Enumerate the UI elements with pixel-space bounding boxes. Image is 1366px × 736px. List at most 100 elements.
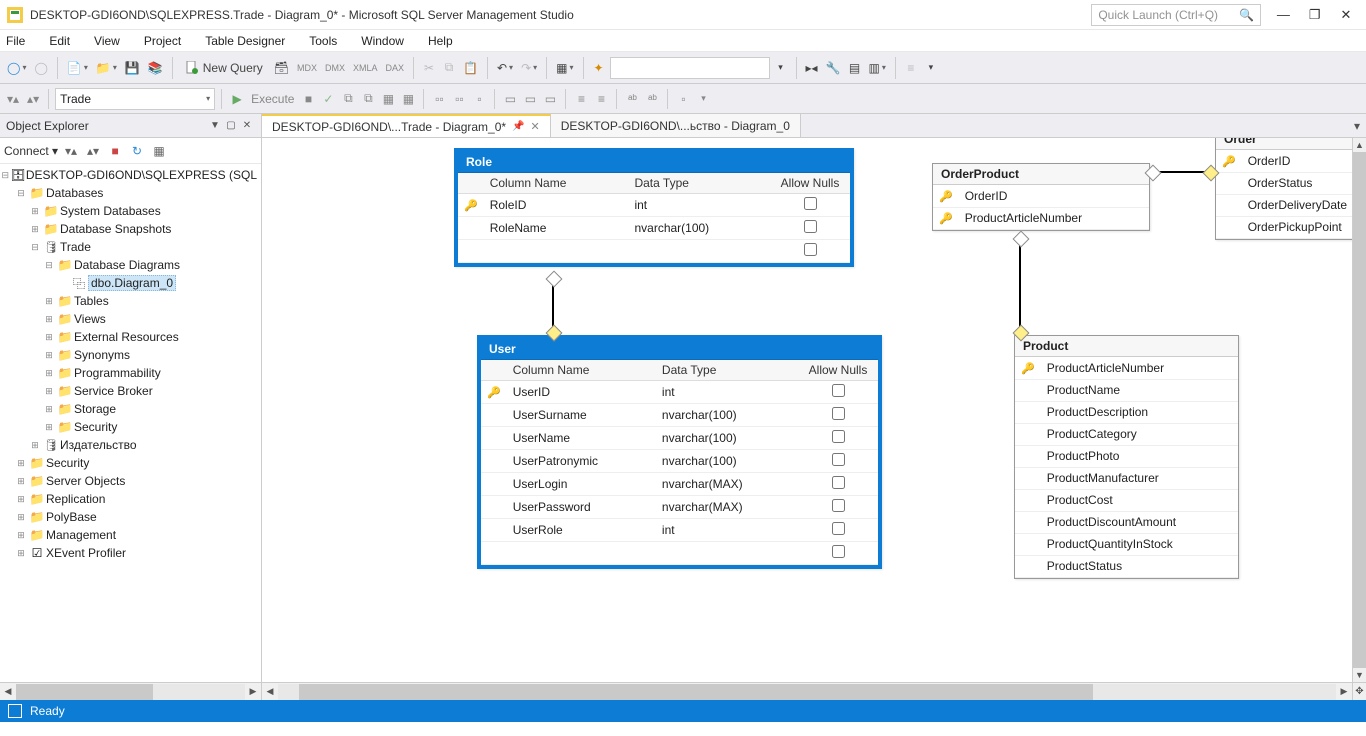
cell[interactable]: nvarchar(100)	[656, 427, 798, 450]
cell[interactable]: UserName	[507, 427, 656, 450]
tree-views[interactable]: Views	[74, 312, 106, 326]
relationship-role-user[interactable]	[552, 278, 554, 334]
tree-trade[interactable]: Trade	[60, 240, 91, 254]
tree-syn[interactable]: Synonyms	[74, 348, 130, 362]
cell[interactable]: UserPassword	[507, 496, 656, 519]
tree-extres[interactable]: External Resources	[74, 330, 179, 344]
cut-button[interactable]: ✂	[420, 56, 438, 80]
cell[interactable]: UserLogin	[507, 473, 656, 496]
save-button[interactable]: 💾	[122, 56, 143, 80]
new-button[interactable]: 📄	[64, 56, 91, 80]
objexp-hscroll[interactable]: ◀ ▶	[0, 682, 261, 700]
r1-icon[interactable]: ▫▫	[430, 88, 448, 110]
plan2-icon[interactable]: ⧉	[359, 88, 377, 110]
stop-button[interactable]: ■	[299, 88, 317, 110]
scroll-right-icon[interactable]: ▶	[245, 686, 261, 697]
find-button[interactable]: ✦	[590, 56, 608, 80]
table-orderproduct[interactable]: OrderProduct 🔑OrderID 🔑ProductArticleNum…	[932, 163, 1150, 231]
plan-icon[interactable]: ⧉	[339, 88, 357, 110]
tree-prog[interactable]: Programmability	[74, 366, 161, 380]
relationship-orderproduct-product[interactable]	[1019, 238, 1021, 334]
plan4-icon[interactable]: ▦	[399, 88, 417, 110]
r6-icon[interactable]: ▭	[541, 88, 559, 110]
cell[interactable]: ProductCategory	[1041, 423, 1238, 445]
open-button[interactable]: 📁	[93, 56, 120, 80]
pan-handle-icon[interactable]: ✥	[1352, 682, 1366, 700]
tree-snap[interactable]: Database Snapshots	[60, 222, 171, 236]
nulls-checkbox[interactable]	[832, 545, 845, 558]
cell[interactable]: UserPatronymic	[507, 450, 656, 473]
tree-mgmt[interactable]: Management	[46, 528, 116, 542]
outdent-icon[interactable]: ≡	[592, 88, 610, 110]
cell[interactable]: OrderID	[1242, 150, 1359, 172]
nulls-checkbox[interactable]	[804, 220, 817, 233]
r3-icon[interactable]: ▫	[470, 88, 488, 110]
scroll-left-icon[interactable]: ◀	[262, 686, 278, 697]
menu-help[interactable]: Help	[428, 34, 453, 48]
nulls-checkbox[interactable]	[832, 499, 845, 512]
wrench-icon[interactable]: 🔧	[823, 56, 844, 80]
ab-icon[interactable]: ᵃᵇ	[623, 88, 641, 110]
tab-close-icon[interactable]: ✕	[531, 120, 540, 133]
quick-launch-input[interactable]: Quick Launch (Ctrl+Q) 🔍	[1091, 4, 1261, 26]
filter3-icon[interactable]: ▦	[150, 144, 168, 158]
cell[interactable]: RoleName	[484, 217, 629, 240]
ab2-icon[interactable]: ᵃᵇ	[643, 88, 661, 110]
tab-diagram-izdat[interactable]: DESKTOP-GDI6OND\...ьство - Diagram_0	[551, 114, 801, 137]
new-query-button[interactable]: New Query	[179, 56, 269, 80]
tree-sbroker[interactable]: Service Broker	[74, 384, 153, 398]
scroll-up-icon[interactable]: ▲	[1353, 138, 1366, 152]
cell-empty[interactable]	[507, 542, 656, 565]
toolbar2-overflow[interactable]: ▾	[694, 88, 712, 110]
nulls-checkbox[interactable]	[832, 384, 845, 397]
stop-tree-icon[interactable]: ■	[106, 144, 124, 158]
r2-icon[interactable]: ▫▫	[450, 88, 468, 110]
cell[interactable]: ProductArticleNumber	[959, 207, 1149, 229]
cell[interactable]: ProductPhoto	[1041, 445, 1238, 467]
scroll-right-icon[interactable]: ▶	[1336, 686, 1352, 697]
cell[interactable]: ProductCost	[1041, 489, 1238, 511]
tree-server[interactable]: DESKTOP-GDI6OND\SQLEXPRESS (SQL	[26, 168, 257, 182]
tool-c-icon[interactable]: ▤	[846, 56, 864, 80]
nulls-checkbox[interactable]	[832, 522, 845, 535]
tree-izdat[interactable]: Издательство	[60, 438, 137, 452]
filter2-icon[interactable]: ▴▾	[24, 88, 42, 110]
menu-tools[interactable]: Tools	[309, 34, 337, 48]
cell[interactable]: ProductDescription	[1041, 401, 1238, 423]
minimize-button[interactable]: —	[1269, 7, 1297, 22]
menu-edit[interactable]: Edit	[49, 34, 70, 48]
indent-icon[interactable]: ≡	[572, 88, 590, 110]
refresh-tree-icon[interactable]: ↻	[128, 144, 146, 158]
nav-fwd-button[interactable]: ◯	[31, 56, 50, 80]
table-user[interactable]: User Column NameData TypeAllow Nulls 🔑Us…	[477, 335, 882, 569]
nulls-checkbox[interactable]	[804, 243, 817, 256]
tool-e-icon[interactable]: ≡	[902, 56, 920, 80]
cell[interactable]: ProductQuantityInStock	[1041, 533, 1238, 555]
filter-tree-icon[interactable]: ▾▴	[62, 144, 80, 158]
table-product[interactable]: Product 🔑ProductArticleNumber ProductNam…	[1014, 335, 1239, 579]
find-dd[interactable]: ▾	[772, 56, 790, 80]
tree-dbo-diagram[interactable]: dbo.Diagram_0	[88, 275, 176, 291]
canvas-hscroll[interactable]: ◀ ▶	[262, 682, 1352, 700]
dmx-icon[interactable]: DMX	[322, 56, 348, 80]
close-button[interactable]: ✕	[1332, 7, 1360, 23]
menu-table-designer[interactable]: Table Designer	[205, 34, 285, 48]
cell[interactable]: nvarchar(100)	[656, 450, 798, 473]
filter-tree2-icon[interactable]: ▴▾	[84, 144, 102, 158]
paste-button[interactable]: 📋	[460, 56, 481, 80]
menu-file[interactable]: File	[6, 34, 25, 48]
cell-empty[interactable]	[484, 240, 629, 263]
last-icon[interactable]: ▫	[674, 88, 692, 110]
cell[interactable]: UserRole	[507, 519, 656, 542]
tab-diagram-trade[interactable]: DESKTOP-GDI6OND\...Trade - Diagram_0* 📌 …	[262, 114, 551, 137]
restore-button[interactable]: ❐	[1301, 7, 1329, 23]
nav-back-button[interactable]: ◯	[4, 56, 29, 80]
r4-icon[interactable]: ▭	[501, 88, 519, 110]
nulls-checkbox[interactable]	[832, 430, 845, 443]
object-tree[interactable]: ⊟🗄DESKTOP-GDI6OND\SQLEXPRESS (SQL ⊟📁Data…	[0, 164, 261, 682]
grid-button[interactable]: ▦	[553, 56, 576, 80]
tree-security[interactable]: Security	[74, 420, 117, 434]
table-order[interactable]: Order 🔑OrderID OrderStatus OrderDelivery…	[1215, 138, 1360, 240]
tree-srvobj[interactable]: Server Objects	[46, 474, 125, 488]
cell[interactable]: OrderPickupPoint	[1242, 216, 1359, 238]
